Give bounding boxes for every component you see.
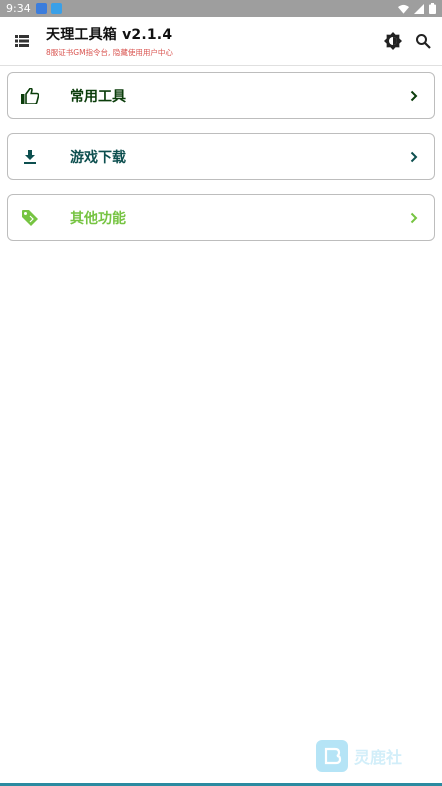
search-button[interactable]: [408, 21, 438, 61]
signal-icon: [414, 3, 424, 14]
menu-button[interactable]: [2, 17, 42, 66]
menu-item-label: 游戏下载: [70, 149, 126, 166]
theme-toggle-button[interactable]: [378, 21, 408, 61]
battery-icon: [429, 3, 436, 14]
menu-item-other-features[interactable]: 其他功能: [7, 194, 435, 241]
download-icon: [24, 149, 36, 164]
menu-item-label: 常用工具: [70, 88, 126, 105]
watermark-text: 灵鹿社: [354, 748, 403, 767]
chevron-right-icon: [410, 212, 418, 223]
app-subtitle: 8服证书GM指令台, 隐藏使用用户中心: [46, 48, 173, 57]
menu-item-common-tools[interactable]: 常用工具: [7, 72, 435, 119]
menu-item-game-download[interactable]: 游戏下载: [7, 133, 435, 180]
status-bar: 9:34: [0, 0, 442, 17]
brightness-icon: [384, 32, 402, 50]
list-menu-icon: [15, 35, 29, 47]
app-title: 天理工具箱 v2.1.4: [46, 27, 173, 43]
menu-item-label: 其他功能: [70, 210, 126, 227]
search-icon: [416, 34, 431, 49]
app-title-block: 天理工具箱 v2.1.4 8服证书GM指令台, 隐藏使用用户中心: [46, 24, 173, 58]
wifi-icon: [398, 4, 409, 14]
app-bar: 天理工具箱 v2.1.4 8服证书GM指令台, 隐藏使用用户中心: [0, 17, 442, 66]
watermark: 灵鹿社: [316, 740, 402, 772]
tag-icon: [22, 209, 38, 226]
download-notification-icon: [50, 3, 62, 14]
watermark-logo-icon: [316, 740, 348, 772]
status-time: 9:34: [6, 2, 31, 15]
thumb-up-icon: [21, 87, 39, 104]
menu-list: 常用工具 游戏下载 其他功能: [7, 72, 435, 255]
chevron-right-icon: [410, 90, 418, 101]
notification-app-icon: [35, 3, 47, 14]
chevron-right-icon: [410, 151, 418, 162]
